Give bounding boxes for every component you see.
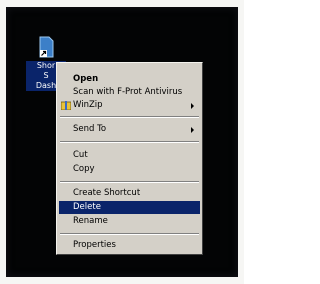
menu-item-send-to-label: Send To [73,124,107,134]
menu-item-properties-label: Properties [73,240,116,250]
menu-item-properties[interactable]: Properties [59,239,200,252]
menu-item-copy-label: Copy [73,164,95,174]
submenu-arrow-icon [191,127,194,133]
menu-separator [60,116,199,118]
menu-item-delete-label: Delete [73,202,101,212]
menu-item-winzip[interactable]: WinZip [59,99,200,112]
menu-separator [60,233,199,235]
winzip-icon [61,101,71,110]
menu-item-cut-label: Cut [73,150,88,160]
menu-item-copy[interactable]: Copy [59,163,200,176]
menu-item-delete[interactable]: Delete [59,201,200,214]
menu-item-rename-label: Rename [73,216,108,226]
menu-item-create-shortcut[interactable]: Create Shortcut [59,187,200,200]
menu-separator [60,181,199,183]
menu-item-open-label: Open [73,74,99,84]
menu-item-scan-label: Scan with F-Prot Antivirus [73,87,183,97]
menu-item-open[interactable]: Open [59,73,200,86]
menu-item-cut[interactable]: Cut [59,149,200,162]
menu-item-rename[interactable]: Rename [59,215,200,228]
menu-item-scan-antivirus[interactable]: Scan with F-Prot Antivirus [59,86,200,99]
photo-frame: Shor S Dash Open Scan with F-Prot Antivi… [0,0,244,284]
submenu-arrow-icon [191,103,194,109]
menu-item-create-shortcut-label: Create Shortcut [73,188,141,198]
menu-item-send-to[interactable]: Send To [59,123,200,136]
desktop[interactable]: Shor S Dash Open Scan with F-Prot Antivi… [6,7,238,277]
menu-separator [60,141,199,143]
context-menu: Open Scan with F-Prot Antivirus WinZip S… [56,62,203,255]
menu-item-winzip-label: WinZip [73,100,103,110]
shortcut-file-icon [39,36,54,58]
